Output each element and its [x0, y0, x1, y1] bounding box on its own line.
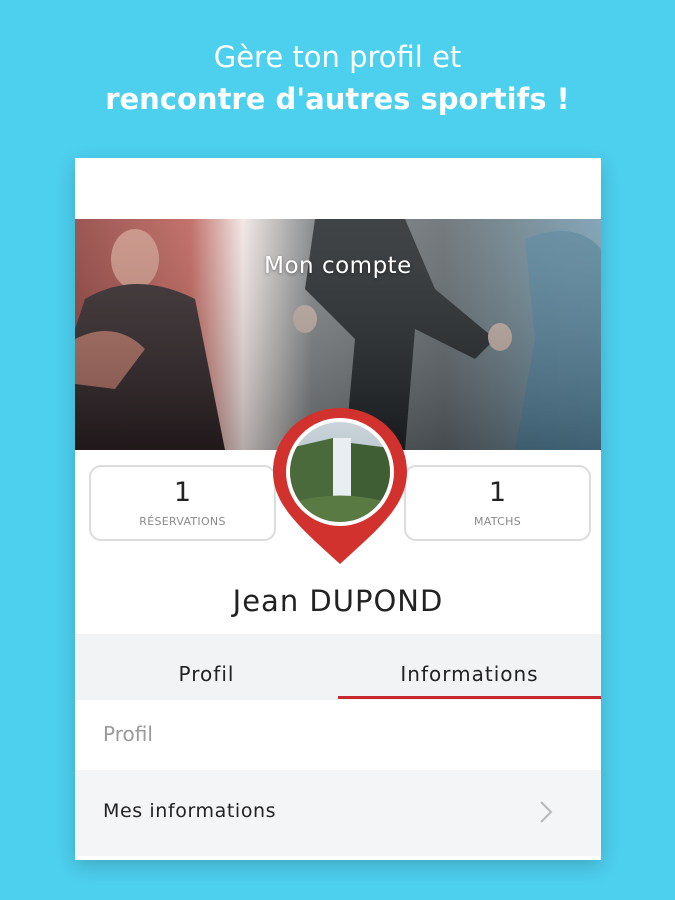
reservations-stat[interactable]: 1 RÉSERVATIONS [89, 465, 276, 541]
avatar-pin[interactable] [273, 408, 407, 564]
reservations-count: 1 [173, 477, 192, 508]
list-item-label: Mes informations [103, 800, 277, 822]
tab-bar: Profil Informations [75, 634, 601, 700]
chevron-right-icon [540, 801, 553, 823]
section-header: Profil [75, 700, 601, 768]
promo-headline: Gère ton profil et rencontre d'autres sp… [0, 36, 675, 120]
hero-title: Mon compte [264, 253, 412, 279]
matchs-label: MATCHS [474, 515, 521, 528]
matchs-stat[interactable]: 1 MATCHS [404, 465, 591, 541]
tab-profil[interactable]: Profil [75, 634, 338, 700]
tab-informations[interactable]: Informations [338, 634, 601, 700]
active-tab-indicator [338, 696, 601, 699]
matchs-count: 1 [488, 477, 507, 508]
reservations-label: RÉSERVATIONS [139, 515, 226, 528]
section-header-label: Profil [103, 722, 153, 746]
user-name: Jean DUPOND [232, 584, 444, 618]
headline-line-1: Gère ton profil et [213, 40, 462, 74]
list-item-mes-informations[interactable]: Mes informations [75, 770, 601, 856]
app-screen: Mon compte 1 RÉSERVATIONS 1 MATCHS Jean … [75, 158, 601, 860]
headline-line-2: rencontre d'autres sportifs ! [105, 82, 570, 116]
